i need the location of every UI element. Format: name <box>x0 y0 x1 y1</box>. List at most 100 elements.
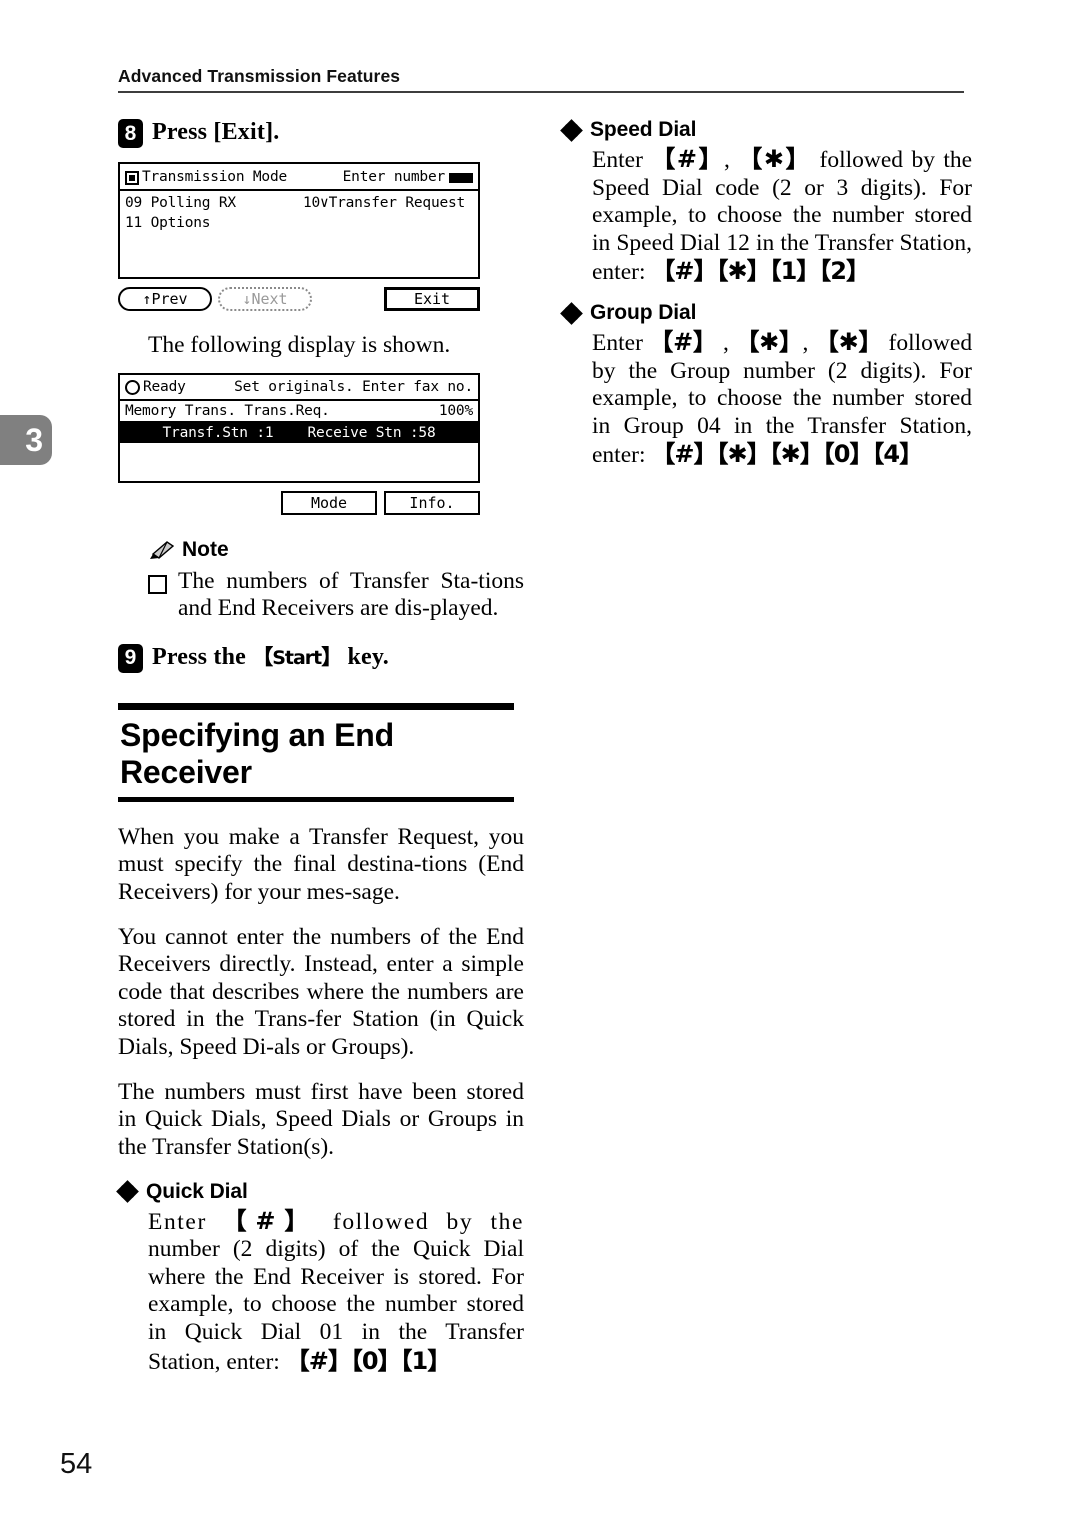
group-dial-example-key-4-symbol: 0 <box>833 440 851 469</box>
lcd1-blank-1 <box>120 233 478 253</box>
start-key-glyph: 【Start】 <box>252 644 342 669</box>
speed-dial-example-key-2-symbol: ✱ <box>727 257 747 286</box>
star-key-2-symbol: ✱ <box>838 328 859 357</box>
lcd1-frame: Transmission Mode Enter number 09 Pollin… <box>118 162 480 279</box>
group-dial-example-key-1-symbol: # <box>674 440 694 469</box>
speed-dial-example-key-3-symbol: 1 <box>780 257 798 286</box>
speed-dial-example-key-1: 【#】 <box>651 257 717 286</box>
running-header: Advanced Transmission Features <box>118 66 964 93</box>
lcd1-title: Transmission Mode <box>142 169 288 185</box>
group-dial-example-key-2: 【✱】 <box>716 440 770 469</box>
group-dial-example-key-3: 【✱】 <box>769 440 824 469</box>
lcd2-status-row: Ready Set originals. Enter fax no. <box>120 375 478 401</box>
quick-dial-example-key-3-symbol: 1 <box>411 1346 429 1375</box>
quick-dial-example-key-1: 【#】 <box>285 1346 352 1375</box>
hash-key-symbol: # <box>673 328 693 357</box>
filled-square-icon <box>125 171 139 185</box>
lcd2-mode-row: Memory Trans. Trans.Req. 100% <box>120 401 478 423</box>
quick-dial-example-key-2: 【0】 <box>350 1346 402 1375</box>
quick-dial-line1-post: followed by the <box>332 1208 525 1235</box>
step-8: 8 Press [Exit]. <box>118 118 524 148</box>
group-dial-line1-post: followed <box>888 330 973 357</box>
star-key-glyph-1: 【✱】 <box>735 328 803 357</box>
chapter-tab-number: 3 <box>25 421 43 458</box>
lcd2-mode-line: Memory Trans. Trans.Req. <box>125 402 330 419</box>
note-bullet-icon <box>148 574 167 594</box>
lcd2-highlight-row: Transf.Stn :1 Receive Stn :58 <box>120 422 478 443</box>
step-9-text-before: Press the <box>152 643 253 670</box>
speed-dial-comma-1: , <box>724 147 730 173</box>
lcd2-prompt: Set originals. Enter fax no. <box>234 378 473 395</box>
lcd2-percent: 100% <box>438 402 473 419</box>
lcd1-softkey-row: ↑Prev ↓Next Exit <box>118 286 480 312</box>
group-dial-example-key-5: 【4】 <box>872 440 923 469</box>
star-key-symbol: ✱ <box>763 145 784 173</box>
group-dial-example-key-2-symbol: ✱ <box>727 440 747 469</box>
note-heading: Note <box>148 538 524 562</box>
lcd2-blank-2 <box>120 463 478 481</box>
lcd-display-ready: Ready Set originals. Enter fax no. Memor… <box>118 372 524 516</box>
lcd1-row-2-left: 11 Options <box>125 215 211 231</box>
note-item-text: The numbers of Transfer Sta-tions and En… <box>178 567 524 622</box>
lcd1-list: 09 Polling RX 10∨Transfer Request 11 Opt… <box>120 191 478 277</box>
lcd1-row-2[interactable]: 11 Options <box>120 213 478 233</box>
group-dial-comma-2: , <box>802 330 809 357</box>
speed-dial-label: Speed Dial <box>590 118 697 141</box>
circle-icon <box>125 380 140 396</box>
speed-dial-example-key-1-symbol: # <box>674 257 694 286</box>
step-8-number: 8 <box>118 119 143 148</box>
star-key-1-symbol: ✱ <box>759 328 779 357</box>
start-key-label: Start <box>272 646 322 669</box>
prev-softkey[interactable]: ↑Prev <box>118 287 212 311</box>
pencil-icon <box>148 540 175 559</box>
section-paragraph-3: The numbers must first have been stored … <box>118 1078 524 1160</box>
lcd1-row-1-left: 09 Polling RX <box>125 195 236 211</box>
step-9-text: Press the 【Start】 key. <box>152 643 389 672</box>
group-dial-example-key-4: 【0】 <box>822 440 874 469</box>
group-dial-line1-pre: Enter <box>592 330 643 357</box>
lcd1-blank-2 <box>120 253 478 273</box>
group-dial-example-key-1: 【#】 <box>651 440 717 469</box>
lcd1-row-1[interactable]: 09 Polling RX 10∨Transfer Request <box>120 193 478 213</box>
step-9-text-after: key. <box>341 643 389 670</box>
hash-key-symbol: # <box>255 1206 275 1235</box>
page-number: 54 <box>60 1448 93 1480</box>
note-label: Note <box>182 537 229 561</box>
lcd1-row-1-right: 10∨Transfer Request <box>303 195 466 211</box>
section-title: Specifying an End Receiver <box>120 716 394 790</box>
exit-softkey[interactable]: Exit <box>384 287 480 311</box>
step-9: 9 Press the 【Start】 key. <box>118 643 524 673</box>
section-rule-top <box>118 702 514 710</box>
speed-dial-line1-pre: Enter <box>592 147 643 173</box>
group-dial-example-key-3-symbol: ✱ <box>780 440 801 469</box>
header-rule <box>118 91 964 93</box>
speed-dial-example-key-4: 【2】 <box>819 257 870 286</box>
left-column: 8 Press [Exit]. Transmission Mode Enter … <box>116 118 525 1376</box>
info-softkey[interactable]: Info. <box>384 490 480 515</box>
lcd2-status: Ready <box>143 378 186 395</box>
lcd-display-transmission-mode: Transmission Mode Enter number 09 Pollin… <box>118 162 524 312</box>
section-heading-block: Specifying an End Receiver <box>118 702 524 802</box>
lcd2-frame: Ready Set originals. Enter fax no. Memor… <box>118 372 480 483</box>
hash-key-glyph: 【#】 <box>222 1206 319 1235</box>
document-page: Advanced Transmission Features 3 8 Press… <box>0 0 1080 1529</box>
mode-softkey[interactable]: Mode <box>281 490 377 515</box>
star-key-glyph: 【✱】 <box>738 145 812 173</box>
lcd2-softkey-row: Mode Info. <box>118 490 480 516</box>
group-dial-example-key-5-symbol: 4 <box>883 440 900 469</box>
diamond-bullet-icon <box>560 301 583 325</box>
section-rule-bottom <box>118 796 514 802</box>
star-key-glyph-2: 【✱】 <box>814 328 883 357</box>
quick-dial-example-key-2-symbol: 0 <box>361 1346 379 1375</box>
hash-key-glyph: 【#】 <box>651 145 725 173</box>
lcd1-prompt: Enter number <box>342 169 446 185</box>
chapter-tab: 3 <box>0 415 52 465</box>
group-dial-heading: Group Dial <box>560 301 972 325</box>
quick-dial-line1-pre: Enter <box>148 1208 207 1235</box>
speed-dial-example-key-3: 【1】 <box>769 257 821 286</box>
quick-dial-example-key-1-symbol: # <box>308 1346 329 1375</box>
next-softkey[interactable]: ↓Next <box>218 287 312 311</box>
quick-dial-heading: Quick Dial <box>116 1180 524 1204</box>
step-9-number: 9 <box>118 643 143 673</box>
speed-dial-example-key-2: 【✱】 <box>716 257 770 286</box>
